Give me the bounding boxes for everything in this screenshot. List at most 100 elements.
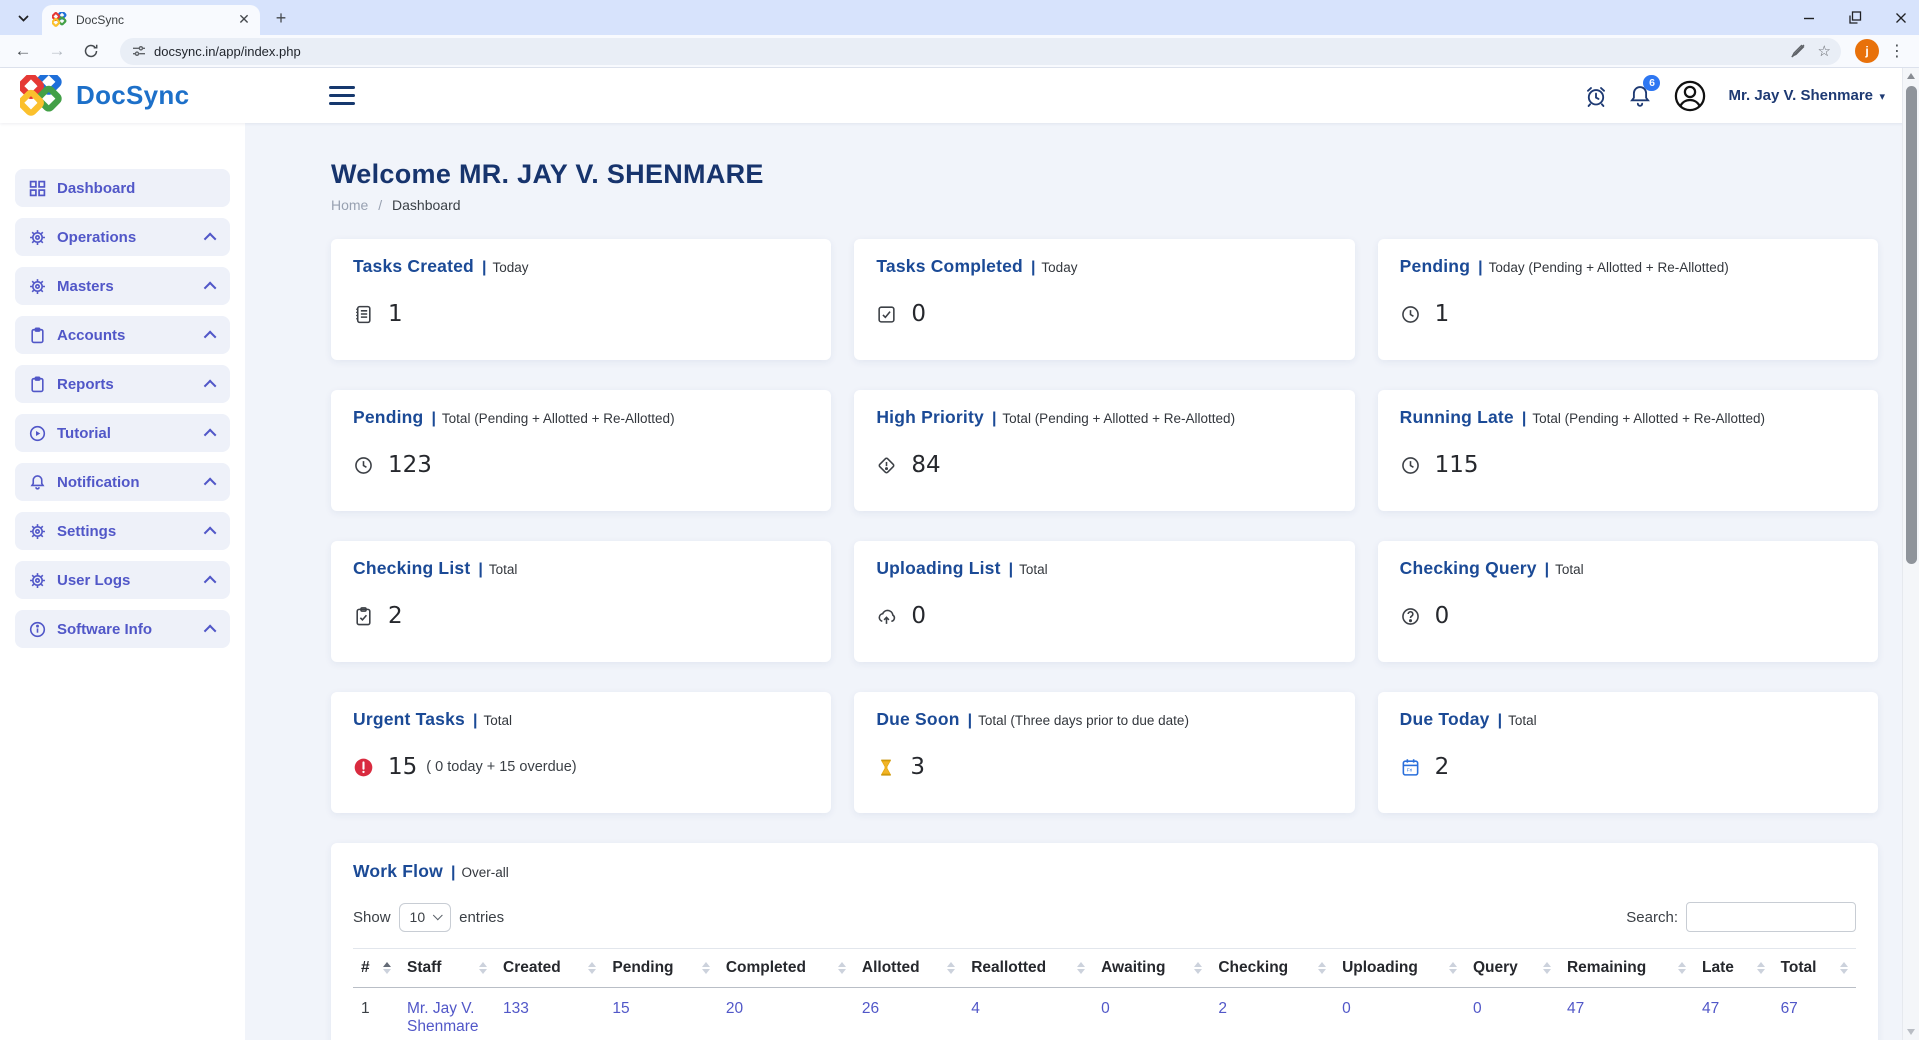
url-text[interactable]: docsync.in/app/index.php [154,44,1778,59]
column-header-uploading[interactable]: Uploading [1334,949,1465,988]
card-due-today: Due Today|Total Fri2 [1378,692,1878,813]
blocked-extension-icon[interactable] [1790,43,1806,59]
user-avatar-icon[interactable] [1672,78,1708,114]
alarm-clock-icon[interactable] [1584,84,1608,108]
browser-tab[interactable]: DocSync ✕ [42,5,260,35]
tab-search-button[interactable] [10,5,36,31]
sidebar-item-reports[interactable]: Reports [15,365,230,403]
card-separator: | [1498,712,1502,730]
table-cell: 47 [1694,988,1773,1040]
sidebar-item-tutorial[interactable]: Tutorial [15,414,230,452]
column-header-query[interactable]: Query [1465,949,1559,988]
browser-menu-icon[interactable]: ⋮ [1885,41,1909,61]
scrollbar-thumb[interactable] [1906,86,1917,564]
breadcrumb: Home / Dashboard [331,197,1878,213]
column-header-reallotted[interactable]: Reallotted [963,949,1093,988]
column-header-awaiting[interactable]: Awaiting [1093,949,1210,988]
reallotted-link[interactable]: 4 [971,1000,980,1017]
column-header-created[interactable]: Created [495,949,604,988]
table-cell: 0 [1334,988,1465,1040]
awaiting-link[interactable]: 0 [1101,1000,1110,1017]
total-link[interactable]: 67 [1781,1000,1798,1017]
sidebar-item-operations[interactable]: Operations [15,218,230,256]
sidebar-item-dashboard[interactable]: Dashboard [15,169,230,207]
sidebar-item-settings[interactable]: Settings [15,512,230,550]
table-cell: 2 [1210,988,1334,1040]
address-bar[interactable]: docsync.in/app/index.php ☆ [120,38,1841,65]
reload-button[interactable] [78,38,104,64]
column-header-staff[interactable]: Staff [399,949,495,988]
calendar-icon: Fri [1400,757,1421,778]
card-checking-query: Checking Query|Total 0 [1378,541,1878,662]
question-circle-icon [1400,606,1421,627]
created-link[interactable]: 133 [503,1000,529,1017]
grid-icon [29,180,46,197]
column-header-pending[interactable]: Pending [604,949,717,988]
sort-icon [947,962,955,974]
close-button[interactable] [1891,8,1911,28]
page-title: Welcome MR. JAY V. SHENMARE [331,159,1878,190]
sidebar-toggle-button[interactable] [329,86,355,105]
browser-profile-avatar[interactable]: j [1855,39,1879,63]
card-separator: | [451,864,455,882]
sidebar-item-software-info[interactable]: Software Info [15,610,230,648]
allotted-link[interactable]: 26 [862,1000,879,1017]
column-header-index[interactable]: # [353,949,399,988]
checking-link[interactable]: 2 [1218,1000,1227,1017]
sidebar-item-notification[interactable]: Notification [15,463,230,501]
bookmark-star-icon[interactable]: ☆ [1818,42,1831,60]
card-uploading-list: Uploading List|Total 0 [854,541,1354,662]
card-subtitle: Total [1508,713,1537,728]
remaining-link[interactable]: 47 [1567,1000,1584,1017]
card-value: 0 [911,603,926,629]
notifications-button[interactable]: 6 [1628,84,1652,108]
pending-link[interactable]: 15 [612,1000,629,1017]
staff-link[interactable]: Mr. Jay V. Shenmare [407,1000,479,1035]
query-link[interactable]: 0 [1473,1000,1482,1017]
minimize-button[interactable] [1799,8,1819,28]
table-cell: 4 [963,988,1093,1040]
breadcrumb-home-link[interactable]: Home [331,197,368,213]
new-tab-button[interactable]: + [268,5,294,31]
column-header-total[interactable]: Total [1773,949,1856,988]
sidebar-item-label: Operations [57,229,136,246]
maximize-button[interactable] [1845,8,1865,28]
browser-tab-strip: DocSync ✕ + [0,0,1919,35]
sidebar-item-label: Dashboard [57,180,135,197]
scroll-up-arrow-icon[interactable] [1907,73,1915,79]
uploading-link[interactable]: 0 [1342,1000,1351,1017]
page-scrollbar[interactable] [1902,68,1919,1040]
card-value: 123 [388,452,432,478]
workflow-table: # Staff Created Pending Completed Allott… [353,948,1856,1040]
gear-icon [29,523,46,540]
back-button[interactable]: ← [10,38,36,64]
completed-link[interactable]: 20 [726,1000,743,1017]
column-header-remaining[interactable]: Remaining [1559,949,1694,988]
brand-name: DocSync [76,80,189,111]
sidebar-item-user-logs[interactable]: User Logs [15,561,230,599]
brand[interactable]: DocSync [0,75,245,117]
tab-close-icon[interactable]: ✕ [236,12,252,28]
site-info-icon[interactable] [132,44,146,58]
card-subtitle: Total [1555,562,1584,577]
main-content: Welcome MR. JAY V. SHENMARE Home / Dashb… [245,123,1919,1040]
gear-icon [29,278,46,295]
notification-count-badge: 6 [1643,75,1660,91]
search-input[interactable] [1686,902,1856,932]
chevron-up-icon [204,330,217,343]
user-menu[interactable]: Mr. Jay V. Shenmare ▾ [1728,87,1885,105]
table-controls: Show 10 entries Search: [353,902,1856,932]
late-link[interactable]: 47 [1702,1000,1719,1017]
card-due-soon: Due Soon|Total (Three days prior to due … [854,692,1354,813]
scroll-down-arrow-icon[interactable] [1907,1029,1915,1035]
column-header-allotted[interactable]: Allotted [854,949,963,988]
sidebar-item-accounts[interactable]: Accounts [15,316,230,354]
document-lines-icon [353,304,374,325]
sidebar-item-masters[interactable]: Masters [15,267,230,305]
card-subtitle: Today [1041,260,1077,275]
column-header-checking[interactable]: Checking [1210,949,1334,988]
column-header-completed[interactable]: Completed [718,949,854,988]
column-header-late[interactable]: Late [1694,949,1773,988]
entries-select[interactable]: 10 [399,903,452,932]
entries-select-value: 10 [410,909,426,925]
